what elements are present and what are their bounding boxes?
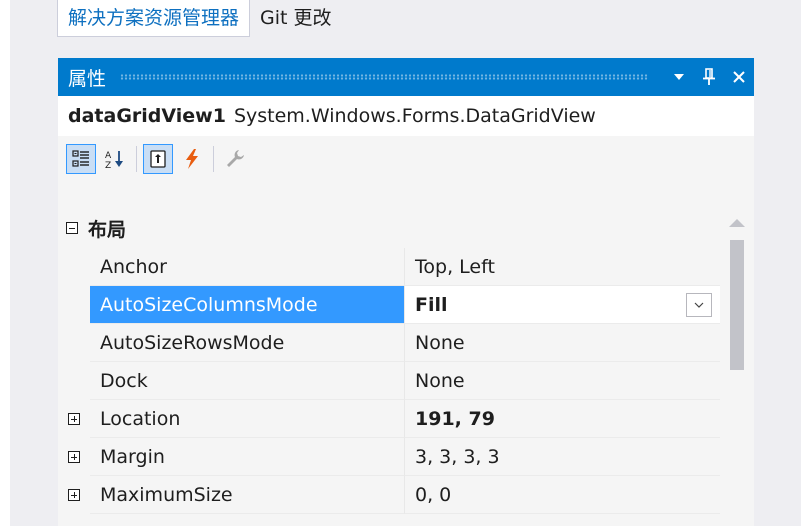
property-row-anchor[interactable]: Anchor Top, Left bbox=[58, 248, 720, 286]
value-dropdown-button[interactable] bbox=[686, 293, 712, 317]
properties-toolbar: A Z bbox=[58, 136, 754, 182]
property-row-autosizerowsmode[interactable]: AutoSizeRowsMode None bbox=[58, 324, 720, 362]
row-gutter bbox=[58, 400, 90, 438]
property-name: AutoSizeColumnsMode bbox=[90, 286, 404, 324]
object-selector[interactable]: dataGridView1 System.Windows.Forms.DataG… bbox=[58, 96, 754, 136]
collapse-icon[interactable] bbox=[66, 222, 78, 234]
row-gutter bbox=[58, 286, 90, 324]
tab-solution-explorer[interactable]: 解决方案资源管理器 bbox=[57, 0, 251, 37]
row-gutter bbox=[58, 248, 90, 286]
property-name: MaximumSize bbox=[90, 476, 404, 514]
alphabetical-button[interactable]: A Z bbox=[100, 144, 130, 174]
property-row-maximumsize[interactable]: MaximumSize 0, 0 bbox=[58, 476, 720, 514]
category-layout[interactable]: 布局 bbox=[58, 210, 720, 246]
titlebar-grip[interactable] bbox=[120, 74, 648, 80]
property-value[interactable]: None bbox=[404, 362, 720, 400]
expand-icon[interactable] bbox=[68, 451, 80, 463]
property-row-autosizecolumnsmode[interactable]: AutoSizeColumnsMode Fill bbox=[58, 286, 720, 324]
property-name: Location bbox=[90, 400, 404, 438]
category-label: 布局 bbox=[88, 218, 127, 241]
property-value[interactable]: 191, 79 bbox=[404, 400, 720, 438]
tab-git-changes[interactable]: Git 更改 bbox=[250, 0, 342, 36]
toolbar-separator bbox=[213, 146, 214, 172]
svg-text:A: A bbox=[105, 151, 112, 161]
property-value[interactable]: None bbox=[404, 324, 720, 362]
property-row-dock[interactable]: Dock None bbox=[58, 362, 720, 400]
properties-button[interactable] bbox=[143, 144, 173, 174]
events-icon bbox=[186, 149, 198, 169]
wrench-icon bbox=[227, 150, 244, 167]
toolbar-separator bbox=[136, 146, 137, 172]
property-value-text: Fill bbox=[415, 294, 448, 316]
close-button[interactable] bbox=[724, 58, 754, 96]
pin-icon bbox=[703, 68, 715, 85]
tool-window-tabs: 解决方案资源管理器 Git 更改 bbox=[57, 0, 342, 40]
property-name: Dock bbox=[90, 362, 404, 400]
categorized-icon bbox=[72, 150, 89, 167]
property-row-margin[interactable]: Margin 3, 3, 3, 3 bbox=[58, 438, 720, 476]
alphabetical-icon: A Z bbox=[105, 151, 123, 170]
svg-text:Z: Z bbox=[105, 161, 111, 170]
events-button[interactable] bbox=[177, 144, 207, 174]
chevron-down-icon bbox=[694, 302, 704, 308]
property-value[interactable]: Top, Left bbox=[404, 248, 720, 286]
property-name: Anchor bbox=[90, 248, 404, 286]
window-options-button[interactable] bbox=[664, 58, 694, 96]
property-value[interactable]: 0, 0 bbox=[404, 476, 720, 514]
properties-panel: 属性 dataGridView1 System.Windows.Forms.Da… bbox=[58, 58, 754, 526]
scroll-up-icon[interactable] bbox=[728, 218, 746, 228]
properties-title: 属性 bbox=[68, 67, 107, 90]
categorized-button[interactable] bbox=[66, 144, 96, 174]
ide-window: 解决方案资源管理器 Git 更改 属性 dataGridView1 System… bbox=[10, 0, 801, 526]
properties-icon bbox=[150, 150, 166, 168]
object-name: dataGridView1 bbox=[68, 105, 226, 127]
pin-button[interactable] bbox=[694, 58, 724, 96]
property-name: Margin bbox=[90, 438, 404, 476]
dropdown-arrow-icon bbox=[674, 74, 684, 80]
row-gutter bbox=[58, 324, 90, 362]
property-value[interactable]: Fill bbox=[404, 286, 720, 324]
scrollbar-thumb[interactable] bbox=[730, 240, 744, 370]
expand-icon[interactable] bbox=[68, 413, 80, 425]
row-gutter bbox=[58, 438, 90, 476]
property-value[interactable]: 3, 3, 3, 3 bbox=[404, 438, 720, 476]
property-pages-button[interactable] bbox=[220, 144, 250, 174]
close-icon bbox=[733, 71, 745, 83]
object-type: System.Windows.Forms.DataGridView bbox=[233, 105, 596, 127]
property-row-location[interactable]: Location 191, 79 bbox=[58, 400, 720, 438]
row-gutter bbox=[58, 362, 90, 400]
properties-titlebar[interactable]: 属性 bbox=[58, 58, 754, 96]
vertical-scrollbar[interactable] bbox=[720, 210, 754, 526]
expand-icon[interactable] bbox=[68, 489, 80, 501]
property-name: AutoSizeRowsMode bbox=[90, 324, 404, 362]
left-edge bbox=[0, 0, 10, 526]
row-gutter bbox=[58, 476, 90, 514]
